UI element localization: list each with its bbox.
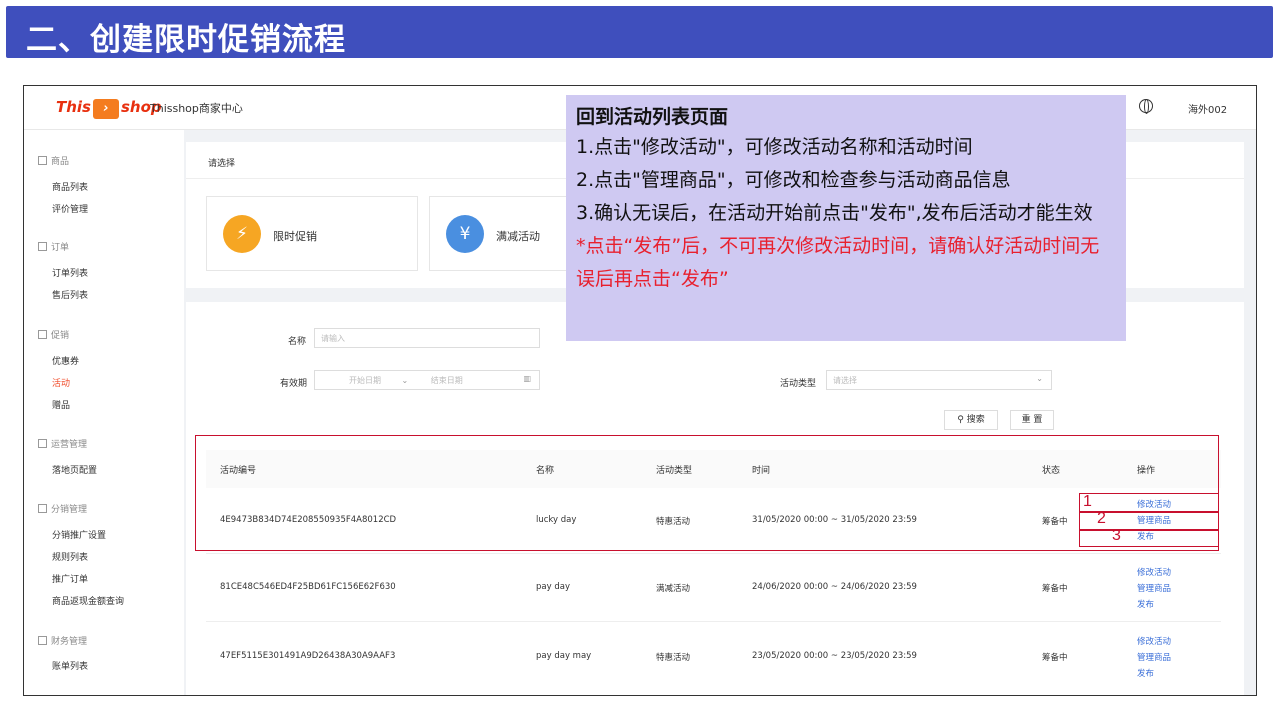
card-flash-sale[interactable]: ⚡ 限时促销 (206, 196, 418, 271)
sidebar-item-reviews[interactable]: 评价管理 (52, 202, 88, 215)
search-icon: ⚲ (957, 415, 964, 425)
callout-warning: *点击“发布”后，不可再次修改活动时间，请确认好活动时间无误后再点击“发布” (576, 235, 1100, 290)
manage-products-link[interactable]: 管理商品 (1137, 651, 1171, 663)
sidebar-item-goods-list[interactable]: 商品列表 (52, 180, 88, 193)
app-name: Thisshop商家中心 (150, 102, 243, 115)
sidebar-group-orders[interactable]: 订单 (38, 240, 69, 253)
sidebar-item-order-list[interactable]: 订单列表 (52, 266, 88, 279)
sidebar-group-promotion[interactable]: 促销 (38, 328, 69, 341)
edit-activity-link[interactable]: 修改活动 (1137, 635, 1171, 647)
sidebar-item-cashback-query[interactable]: 商品返现金额查询 (52, 594, 124, 607)
user-name[interactable]: 海外002 (1188, 101, 1227, 116)
type-select[interactable]: 请选择 ⌄ (826, 370, 1052, 390)
manage-products-link[interactable]: 管理商品 (1137, 582, 1171, 594)
finance-icon (38, 636, 47, 645)
sidebar-group-goods[interactable]: 商品 (38, 154, 69, 167)
step-number-2: 2 (1097, 510, 1106, 527)
instruction-callout: 回到活动列表页面 1.点击"修改活动"，可修改活动名称和活动时间 2.点击"管理… (566, 95, 1126, 341)
globe-icon[interactable] (1139, 99, 1153, 114)
grid-icon (38, 504, 47, 513)
callout-step-3: 3.确认无误后，在活动开始前点击"发布",发布后活动才能生效 (576, 202, 1093, 224)
type-label: 活动类型 (780, 379, 817, 389)
highlight-publish-box (1079, 530, 1219, 547)
publish-link[interactable]: 发布 (1137, 667, 1154, 679)
status-badge: 筹备中 (1042, 584, 1068, 594)
sidebar: 商品 商品列表 评价管理 订单 订单列表 售后列表 促销 优惠券 活动 赠品 运… (24, 130, 184, 695)
period-label: 有效期 (280, 379, 308, 389)
store-icon (38, 156, 47, 165)
status-badge: 筹备中 (1042, 653, 1068, 663)
search-button[interactable]: ⚲ 搜索 (944, 410, 998, 430)
step-number-3: 3 (1112, 527, 1121, 544)
highlight-row-box (195, 435, 1219, 551)
sidebar-item-after-sales[interactable]: 售后列表 (52, 288, 88, 301)
date-range-input[interactable]: 开始日期 ⌄ 结束日期 ▥ (314, 370, 540, 390)
sidebar-group-distribution[interactable]: 分销管理 (38, 502, 87, 515)
callout-step-1: 1.点击"修改活动"，可修改活动名称和活动时间 (576, 136, 973, 158)
sidebar-item-distribution-settings[interactable]: 分销推广设置 (52, 528, 106, 541)
sidebar-item-activities[interactable]: 活动 (52, 376, 70, 389)
table-row: 81CE48C546ED4F25BD61FC156E62F630 pay day… (206, 554, 1221, 622)
lightning-icon: ⚡ (223, 215, 261, 253)
chevron-down-icon: ⌄ (401, 376, 409, 385)
tag-icon (38, 330, 47, 339)
step-number-1: 1 (1083, 493, 1092, 510)
name-input[interactable]: 请输入 (314, 328, 540, 348)
sidebar-item-gifts[interactable]: 赠品 (52, 398, 70, 411)
slide-title: 二、创建限时促销流程 (26, 22, 346, 58)
sidebar-item-promo-orders[interactable]: 推广订单 (52, 572, 88, 585)
order-icon (38, 242, 47, 251)
select-label: 请选择 (208, 159, 236, 169)
end-date: 结束日期 (430, 376, 463, 385)
calendar-icon: ▥ (523, 374, 531, 383)
start-date: 开始日期 (349, 376, 381, 385)
sidebar-item-bills[interactable]: 账单列表 (52, 659, 88, 672)
callout-heading: 回到活动列表页面 (576, 106, 729, 128)
reset-button[interactable]: 重 置 (1010, 410, 1054, 430)
coupon-icon: ¥ (446, 215, 484, 253)
name-label: 名称 (288, 337, 307, 347)
logo[interactable]: This › shop (56, 98, 162, 119)
grid-icon (38, 439, 47, 448)
sidebar-item-coupons[interactable]: 优惠券 (52, 354, 79, 367)
sidebar-item-rules[interactable]: 规则列表 (52, 550, 88, 563)
sidebar-item-landing-page[interactable]: 落地页配置 (52, 463, 97, 476)
callout-step-2: 2.点击"管理商品"，可修改和检查参与活动商品信息 (576, 169, 1011, 191)
slide-header: 二、创建限时促销流程 (6, 6, 1273, 58)
publish-link[interactable]: 发布 (1137, 598, 1154, 610)
sidebar-group-finance[interactable]: 财务管理 (38, 634, 87, 647)
chevron-down-icon: ⌄ (1036, 374, 1043, 383)
edit-activity-link[interactable]: 修改活动 (1137, 566, 1171, 578)
table-row: 47EF5115E301491A9D26438A30A9AAF3 pay day… (220, 635, 1172, 679)
sidebar-group-operations[interactable]: 运营管理 (38, 437, 87, 450)
